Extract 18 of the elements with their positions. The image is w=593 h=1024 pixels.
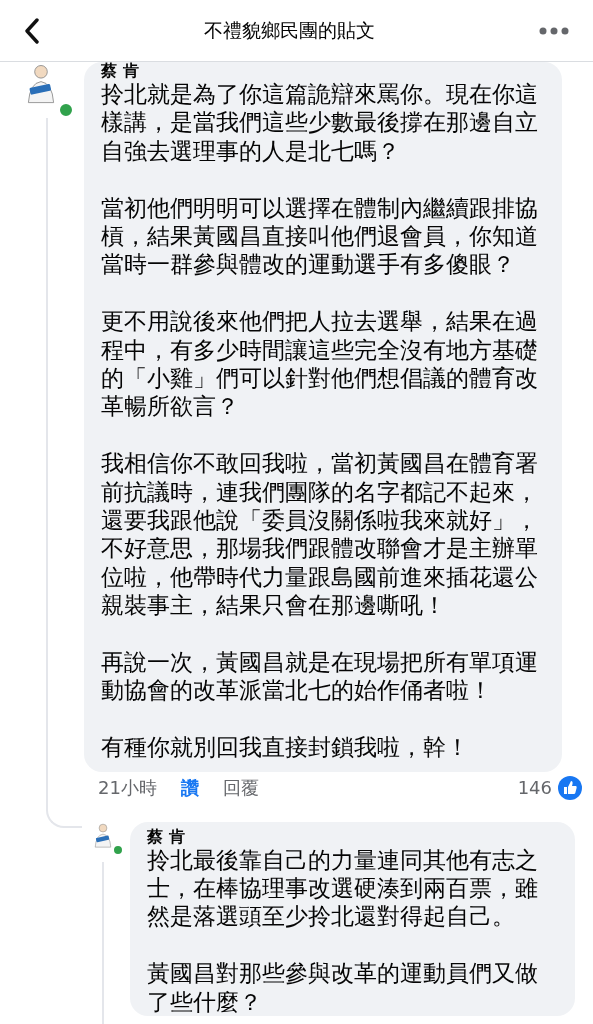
comment-text: 再說一次，黃國昌就是在現場把所有單項運動協會的改革派當北七的始作俑者啦！ — [101, 648, 539, 705]
comment-text: 拎北就是為了你這篇詭辯來罵你。現在你這樣講，是當我們這些少數最後撐在那邊自立自強去選理事的人是北七嗎？ — [101, 80, 539, 166]
comment-text: 更不用說後來他們把人拉去選舉，結果在過程中，有多少時間讓這些完全沒有地方基礎的「小雞」們可以針對他們想倡議的體育改革暢所欲言？ — [101, 307, 539, 421]
author-name[interactable]: 蔡 肯 — [101, 62, 545, 80]
comment-text: 我相信你不敢回我啦，當初黃國昌在體育署前抗議時，連我們團隊的名字都記不起來，還要我跟他說「委員沒關係啦我來就好」，不好意思，那場我們跟體改聯會才是主辦單位啦，他帶時代力量跟島國前進來插花還公親裝事主，結果只會在那邊嘶吼！ — [101, 449, 539, 620]
more-icon[interactable] — [539, 26, 569, 35]
timestamp[interactable]: 21小時 — [98, 775, 157, 800]
like-link[interactable]: 讚 — [180, 775, 199, 800]
comment-text: 有種你就別回我直接封鎖我啦，幹！ — [101, 733, 470, 762]
thumbs-up-icon — [558, 775, 582, 800]
page-title: 不禮貌鄉民團的貼文 — [203, 17, 376, 43]
reply-link[interactable]: 回覆 — [222, 775, 259, 800]
comment-text: 拎北最後靠自己的力量連同其他有志之士，在棒協理事改選硬湊到兩百票，雖然是落選頭至少拎北還對得起自己。 — [147, 845, 539, 931]
comment-text: 黃國昌對那些參與改革的運動員們又做了些什麼？ — [147, 959, 539, 1017]
comment-text: 當初他們明明可以選擇在體制內繼續跟排協槓，結果黃國昌直接叫他們退會員，你知道當時一群參與體改的運動選手有多傻眼？ — [101, 193, 539, 279]
like-count: 146 — [517, 775, 552, 800]
back-icon[interactable] — [24, 17, 40, 44]
author-name[interactable]: 蔡 肯 — [147, 827, 558, 846]
